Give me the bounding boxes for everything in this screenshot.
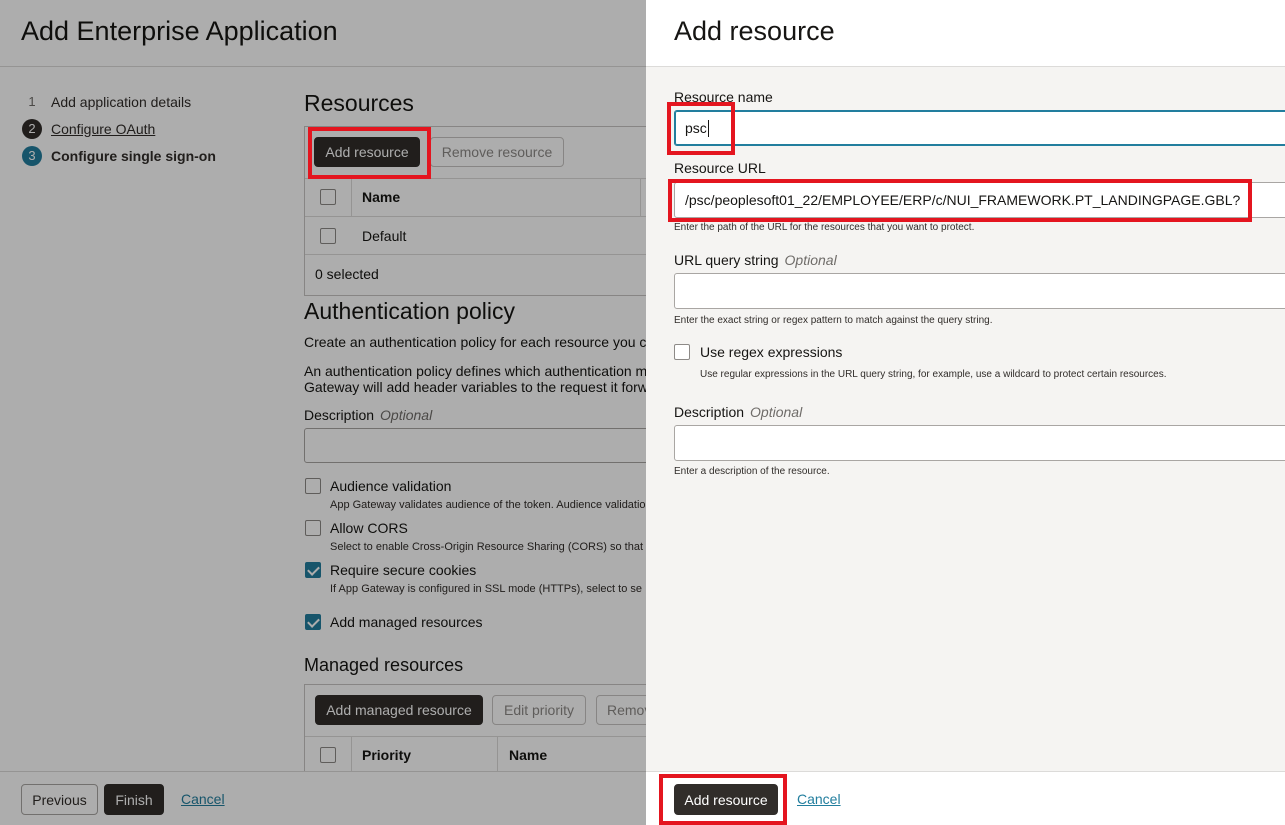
resource-url-label: Resource URL (674, 160, 766, 176)
query-string-label: URL query string Optional (674, 252, 837, 268)
description-help: Enter a description of the resource. (674, 466, 830, 477)
resource-name-input[interactable]: psc (674, 110, 1285, 146)
query-string-input[interactable] (674, 273, 1285, 309)
drawer-header: Add resource (646, 0, 1285, 67)
resource-name-label: Resource name (674, 89, 773, 105)
resource-url-input[interactable]: /psc/peoplesoft01_22/EMPLOYEE/ERP/c/NUI_… (674, 182, 1285, 218)
regex-label: Use regex expressions (700, 344, 843, 360)
query-string-help: Enter the exact string or regex pattern … (674, 315, 993, 326)
resource-url-help: Enter the path of the URL for the resour… (674, 222, 975, 233)
description-label-text: Description (674, 404, 745, 420)
description-input[interactable] (674, 425, 1285, 461)
regex-checkbox[interactable] (674, 344, 690, 360)
optional-tag: Optional (784, 252, 837, 268)
add-resource-submit-button[interactable]: Add resource (674, 784, 778, 815)
drawer-cancel-link[interactable]: Cancel (797, 791, 841, 807)
add-resource-drawer: Add resource Resource name psc Resource … (646, 0, 1285, 825)
regex-help: Use regular expressions in the URL query… (700, 369, 1167, 380)
drawer-body: Resource name psc Resource URL /psc/peop… (646, 67, 1285, 772)
description-label: Description Optional (674, 404, 802, 420)
query-string-label-text: URL query string (674, 252, 779, 268)
drawer-footer: Add resource Cancel (646, 771, 1285, 825)
optional-tag: Optional (750, 404, 803, 420)
resource-name-value: psc (685, 120, 707, 136)
text-cursor (707, 119, 709, 137)
modal-overlay[interactable] (0, 0, 646, 825)
resource-url-value: /psc/peoplesoft01_22/EMPLOYEE/ERP/c/NUI_… (685, 192, 1241, 208)
drawer-title: Add resource (674, 16, 835, 46)
